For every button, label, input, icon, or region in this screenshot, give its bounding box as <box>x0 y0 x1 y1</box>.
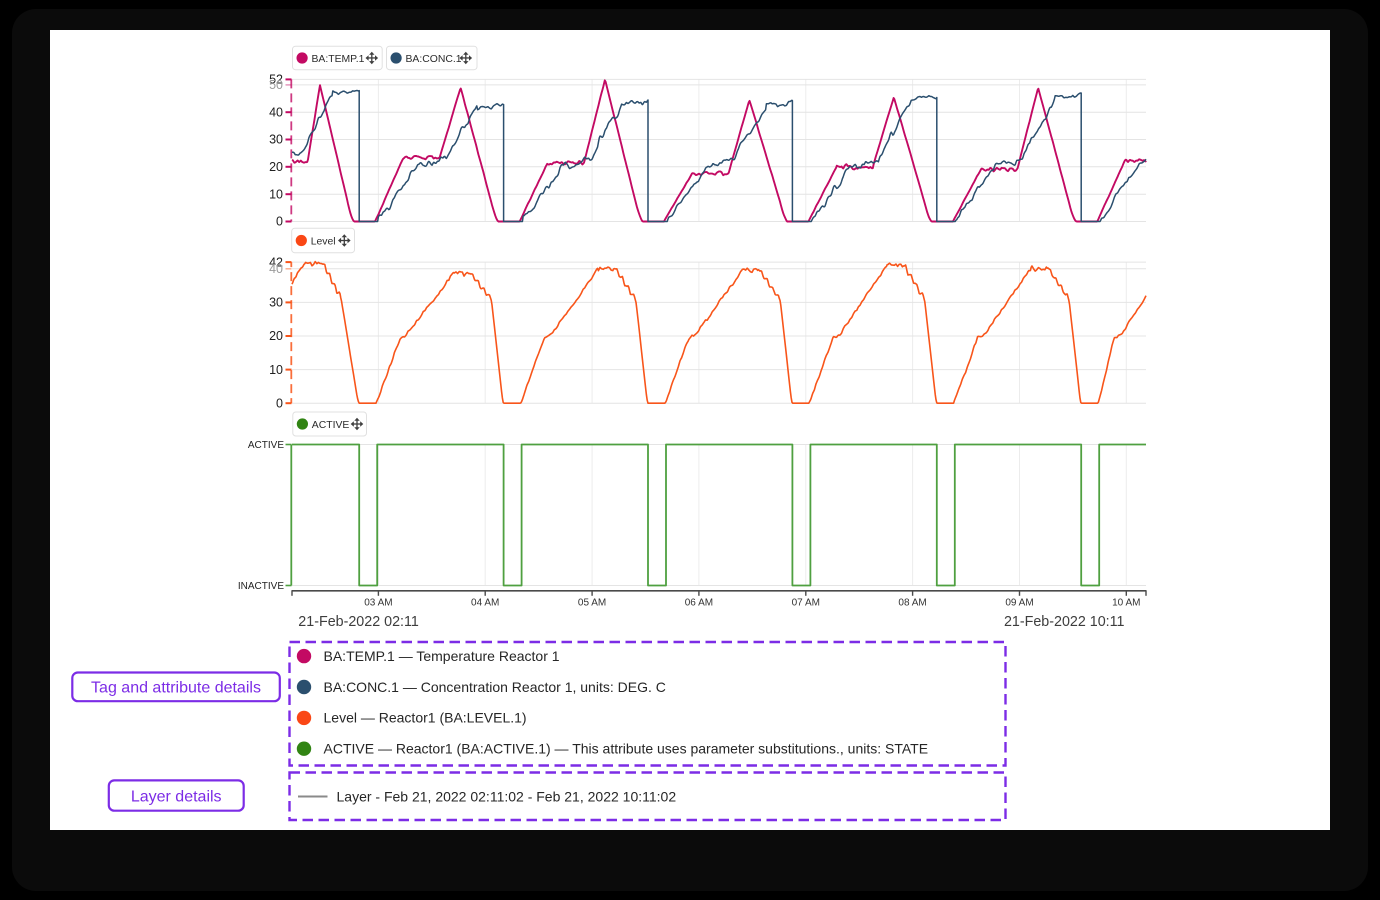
svg-text:10 AM: 10 AM <box>1112 597 1140 608</box>
svg-text:Level: Level <box>311 236 336 247</box>
svg-text:07 AM: 07 AM <box>792 597 820 608</box>
svg-text:10: 10 <box>269 363 283 377</box>
svg-text:BA:TEMP.1: BA:TEMP.1 <box>312 54 365 65</box>
svg-text:ACTIVE — Reactor1 (BA:ACTIVE.1: ACTIVE — Reactor1 (BA:ACTIVE.1) — This a… <box>324 741 929 757</box>
svg-text:40: 40 <box>269 262 283 276</box>
svg-text:21-Feb-2022 02:11: 21-Feb-2022 02:11 <box>298 614 419 630</box>
svg-text:Layer - Feb 21, 2022 02:11:02: Layer - Feb 21, 2022 02:11:02 - Feb 21, … <box>337 788 677 804</box>
svg-text:Level — Reactor1 (BA:LEVEL.1): Level — Reactor1 (BA:LEVEL.1) <box>324 710 527 726</box>
svg-text:21-Feb-2022 10:11: 21-Feb-2022 10:11 <box>1004 614 1125 630</box>
svg-text:05 AM: 05 AM <box>578 597 606 608</box>
svg-text:BA:CONC.1: BA:CONC.1 <box>406 54 462 65</box>
svg-text:BA:CONC.1 — Concentration Reac: BA:CONC.1 — Concentration Reactor 1, uni… <box>324 679 666 695</box>
svg-text:BA:TEMP.1 — Temperature Reacto: BA:TEMP.1 — Temperature Reactor 1 <box>324 648 560 664</box>
svg-text:08 AM: 08 AM <box>898 597 926 608</box>
svg-text:09 AM: 09 AM <box>1005 597 1033 608</box>
svg-text:INACTIVE: INACTIVE <box>238 581 284 592</box>
svg-text:40: 40 <box>269 105 283 119</box>
svg-text:06 AM: 06 AM <box>685 597 713 608</box>
svg-text:0: 0 <box>276 215 283 229</box>
svg-text:0: 0 <box>276 396 283 410</box>
svg-text:30: 30 <box>269 133 283 147</box>
svg-text:50: 50 <box>269 78 283 92</box>
svg-text:10: 10 <box>269 187 283 201</box>
svg-text:20: 20 <box>269 329 283 343</box>
svg-text:04 AM: 04 AM <box>471 597 499 608</box>
svg-text:Layer details: Layer details <box>131 788 222 805</box>
svg-text:ACTIVE: ACTIVE <box>248 440 284 451</box>
svg-text:30: 30 <box>269 296 283 310</box>
svg-text:ACTIVE: ACTIVE <box>312 420 350 431</box>
svg-text:03 AM: 03 AM <box>364 597 392 608</box>
svg-text:20: 20 <box>269 160 283 174</box>
svg-text:Tag and attribute details: Tag and attribute details <box>91 680 261 697</box>
